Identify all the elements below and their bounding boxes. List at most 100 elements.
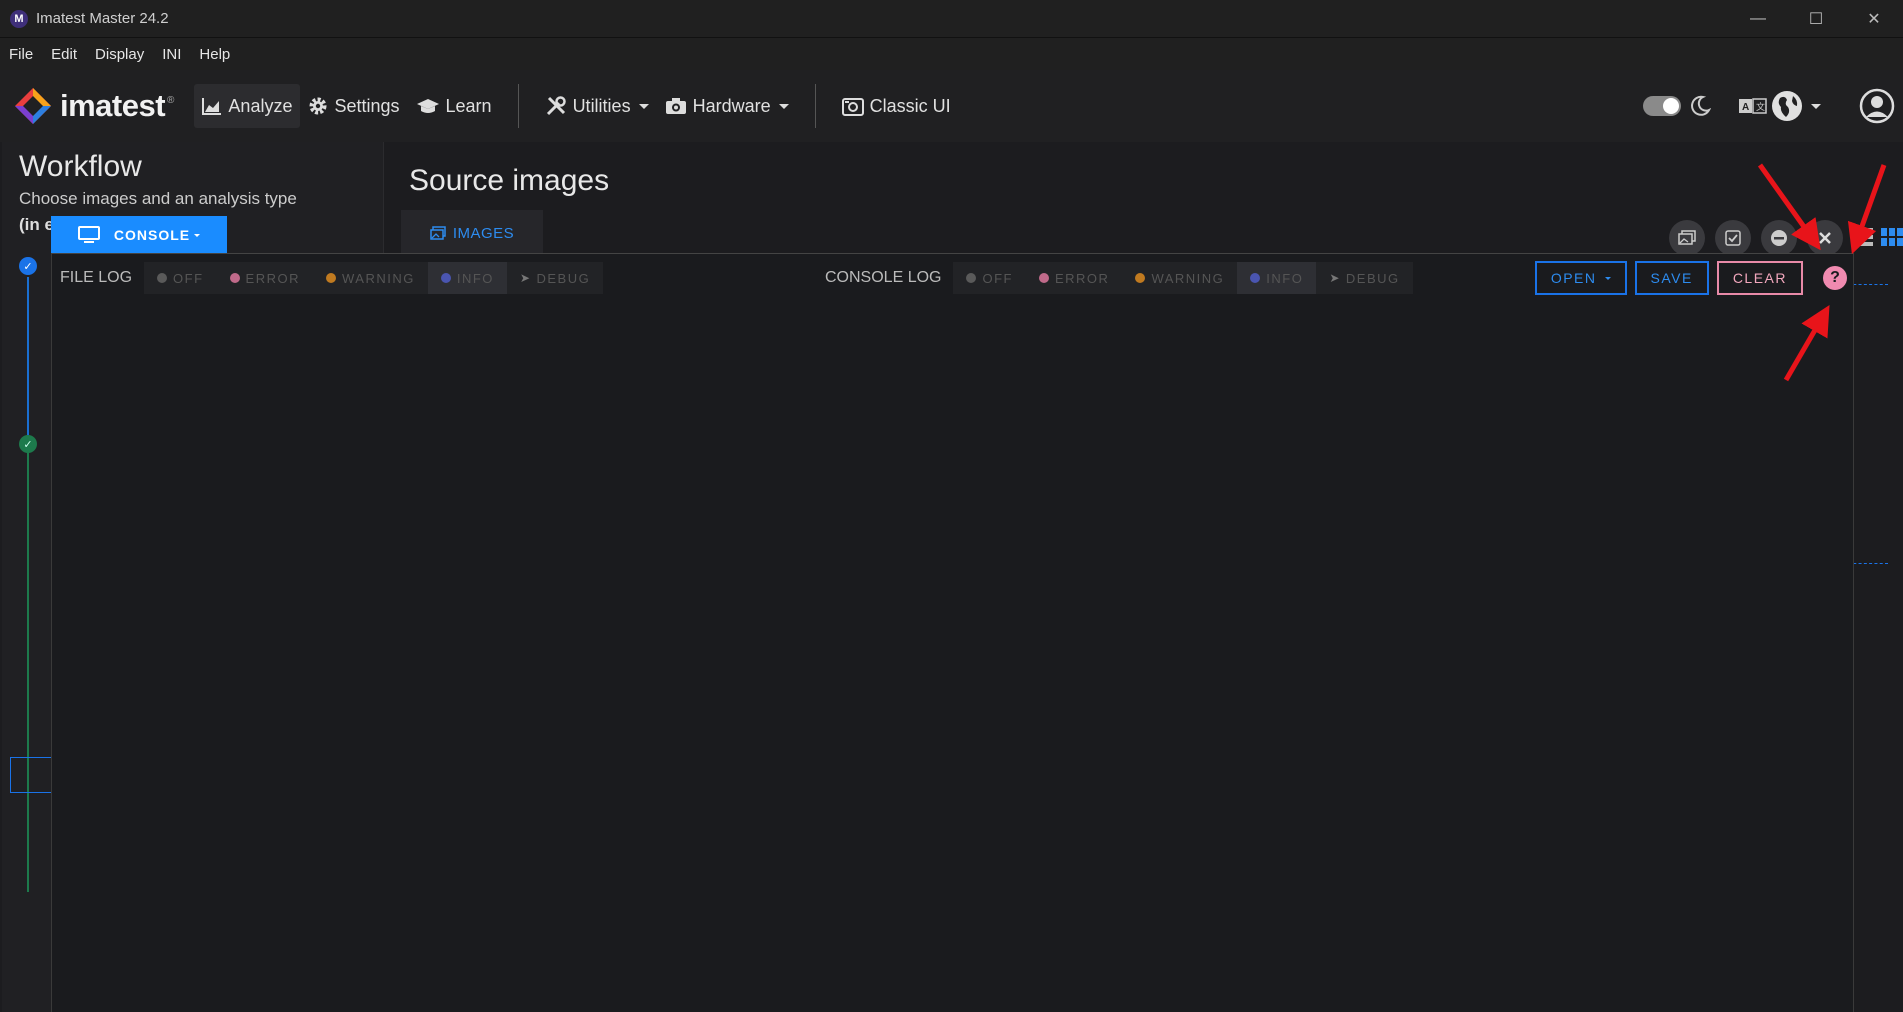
deselect-button[interactable] (1761, 220, 1797, 256)
console-tab-button[interactable]: CONSOLE (51, 216, 227, 254)
level-label: DEBUG (1345, 270, 1400, 286)
minus-icon (1771, 230, 1787, 246)
source-images-title: Source images (409, 164, 610, 197)
nav-analyze[interactable]: Analyze (194, 84, 301, 128)
imatest-logo[interactable]: imatest ® (14, 87, 174, 125)
remove-images-button[interactable] (1807, 220, 1843, 256)
chevron-down-icon[interactable] (1811, 103, 1821, 109)
nav-learn[interactable]: Learn (408, 84, 500, 128)
file-log-warning[interactable]: WARNING (313, 262, 428, 294)
svg-text:A: A (1742, 102, 1749, 113)
nav-analyze-label: Analyze (228, 95, 293, 116)
close-icon[interactable]: ✕ (1845, 0, 1903, 38)
nav-learn-label: Learn (445, 95, 492, 116)
x-icon (1819, 232, 1831, 244)
save-button-label: SAVE (1650, 270, 1693, 286)
globe-icon[interactable] (1771, 90, 1803, 122)
console-tab-label: CONSOLE (113, 227, 191, 243)
tab-images[interactable]: IMAGES (401, 210, 543, 256)
clear-button[interactable]: CLEAR (1716, 261, 1803, 295)
grid-view-icon[interactable] (1881, 228, 1903, 246)
nav-classic-ui[interactable]: Classic UI (834, 84, 959, 128)
file-log-off[interactable]: OFF (144, 262, 217, 294)
main-navbar: imatest ® Analyze Settings Learn Utiliti… (0, 70, 1903, 142)
nav-divider (517, 84, 519, 128)
open-button-label: OPEN (1550, 270, 1597, 286)
nav-hardware[interactable]: Hardware (657, 84, 797, 128)
workflow-step-box[interactable] (10, 757, 56, 793)
menu-ini[interactable]: INI (153, 46, 190, 63)
console-log-error[interactable]: ERROR (1026, 262, 1122, 294)
level-label: INFO (1266, 270, 1304, 286)
classic-camera-icon (841, 98, 864, 116)
save-button[interactable]: SAVE (1634, 261, 1709, 295)
open-button[interactable]: OPEN (1534, 261, 1627, 295)
cursor-icon: ➤ (1329, 271, 1341, 285)
level-label: OFF (173, 270, 204, 286)
workflow-title: Workflow (19, 150, 142, 183)
console-log-off[interactable]: OFF (953, 262, 1026, 294)
list-view-icon[interactable] (1851, 228, 1873, 246)
menu-display[interactable]: Display (86, 46, 153, 63)
level-label: ERROR (245, 270, 300, 286)
nav-utilities[interactable]: Utilities (537, 84, 657, 128)
nav-settings[interactable]: Settings (300, 84, 407, 128)
menu-file[interactable]: File (0, 46, 42, 63)
help-icon[interactable]: ? (1823, 266, 1847, 290)
chevron-down-icon (638, 103, 649, 109)
translate-icon[interactable]: A文 (1739, 97, 1767, 115)
workflow-hint: (in e (19, 215, 54, 234)
nav-utilities-label: Utilities (572, 95, 631, 116)
minimize-icon[interactable]: — (1729, 0, 1787, 38)
check-square-icon (1725, 230, 1741, 246)
nav-hardware-label: Hardware (692, 95, 771, 116)
console-log-controls: CONSOLE LOG OFF ERROR WARNING INFO ➤ DEBU… (825, 254, 1413, 302)
select-all-button[interactable] (1715, 220, 1751, 256)
file-log-debug[interactable]: ➤ DEBUG (507, 262, 603, 294)
gear-icon (309, 97, 327, 115)
maximize-icon[interactable]: ☐ (1787, 0, 1845, 38)
chevron-down-icon (1604, 276, 1611, 280)
menu-help[interactable]: Help (190, 46, 239, 63)
title-bar: M Imatest Master 24.2 — ☐ ✕ (0, 0, 1903, 38)
add-image-button[interactable] (1669, 220, 1705, 256)
workflow-progress-line-complete (27, 442, 29, 892)
file-log-error[interactable]: ERROR (217, 262, 313, 294)
graduation-cap-icon (416, 99, 439, 113)
console-log-warning[interactable]: WARNING (1122, 262, 1237, 294)
step-check-icon: ✓ (19, 257, 37, 275)
tab-images-label: IMAGES (452, 224, 515, 242)
menu-edit[interactable]: Edit (42, 46, 86, 63)
image-drop-zone[interactable] (1848, 284, 1888, 564)
app-icon: M (10, 9, 28, 28)
workflow-subtitle: Choose images and an analysis type (19, 189, 297, 208)
moon-icon[interactable] (1689, 95, 1711, 117)
console-log-debug[interactable]: ➤ DEBUG (1316, 262, 1412, 294)
camera-icon (665, 98, 686, 114)
logo-registered: ® (167, 95, 175, 106)
menu-bar: File Edit Display INI Help (0, 38, 1903, 70)
level-label: INFO (456, 270, 494, 286)
monitor-icon (77, 226, 100, 243)
file-log-label: FILE LOG (60, 269, 133, 286)
chart-area-icon (202, 98, 222, 115)
chevron-down-icon (194, 233, 201, 237)
level-label: OFF (982, 270, 1013, 286)
chevron-down-icon (778, 103, 789, 109)
logo-text: imatest (60, 88, 166, 123)
console-log-info[interactable]: INFO (1237, 262, 1317, 294)
theme-toggle[interactable] (1643, 96, 1681, 116)
level-label: WARNING (341, 270, 415, 286)
file-log-info[interactable]: INFO (427, 262, 507, 294)
console-panel: FILE LOG OFF ERROR WARNING INFO ➤ DEBUG C… (51, 253, 1854, 1012)
cursor-icon: ➤ (519, 271, 532, 285)
image-icon (1678, 230, 1696, 245)
console-actions: OPEN SAVE CLEAR ? (1534, 254, 1847, 302)
user-circle-icon[interactable] (1859, 88, 1895, 124)
images-icon (430, 226, 446, 240)
file-log-level-selector: OFF ERROR WARNING INFO ➤ DEBUG (144, 262, 604, 294)
file-log-controls: FILE LOG OFF ERROR WARNING INFO ➤ DEBUG (60, 254, 604, 302)
svg-text:文: 文 (1756, 101, 1765, 113)
nav-divider (814, 84, 816, 128)
level-label: WARNING (1151, 270, 1225, 286)
